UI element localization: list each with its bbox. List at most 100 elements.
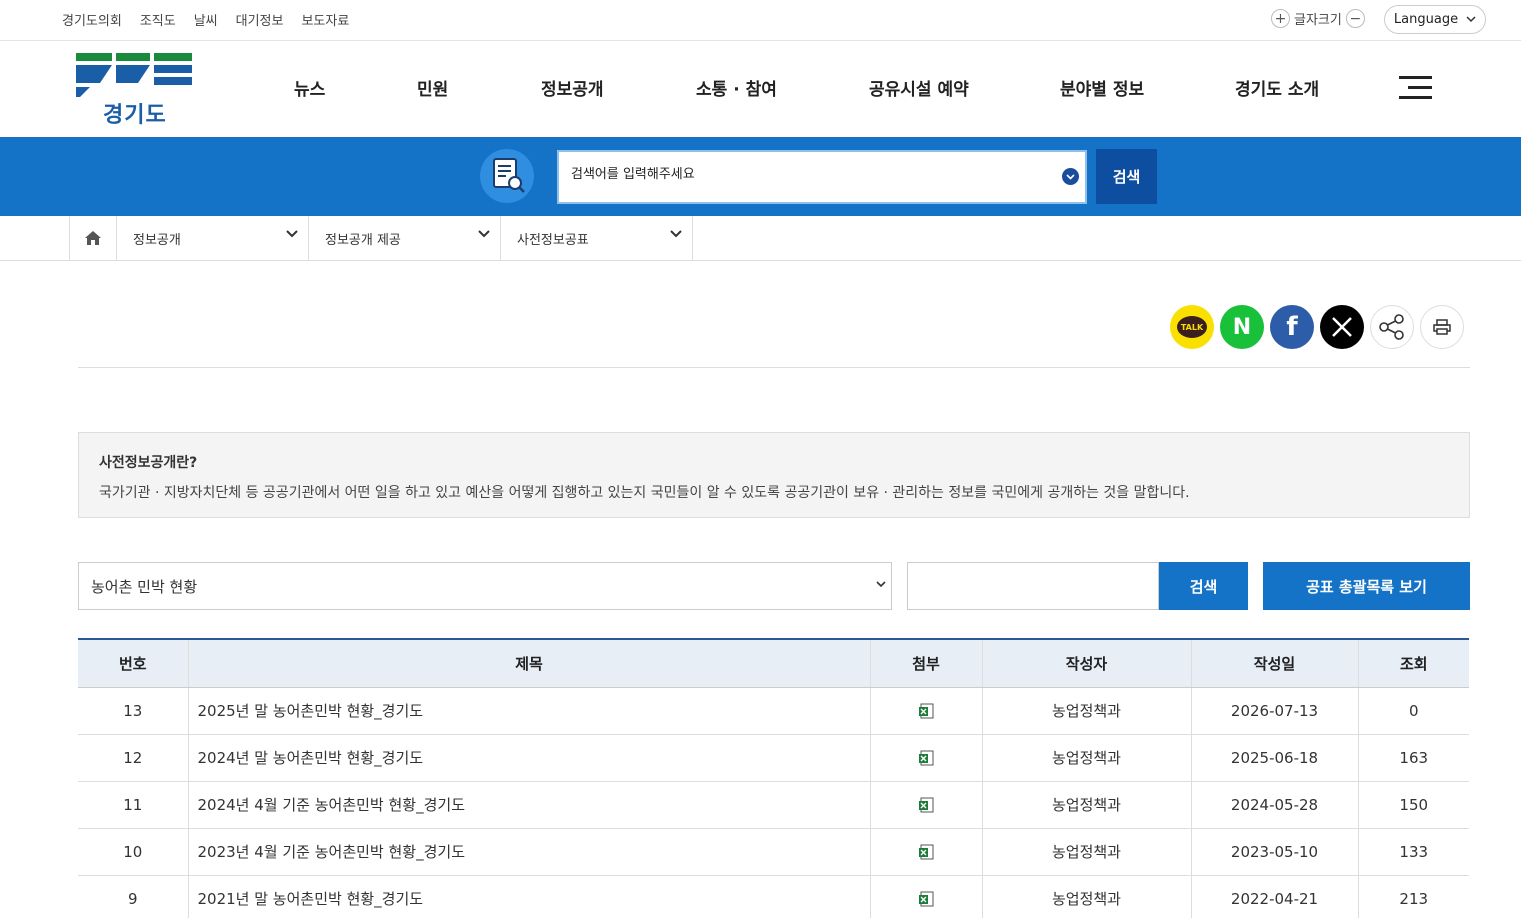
breadcrumb-dropdown-3[interactable]: 사전정보공표 bbox=[501, 216, 693, 260]
column-header-date: 작성일 bbox=[1190, 638, 1358, 688]
row-date: 2026-07-13 bbox=[1190, 687, 1358, 735]
chevron-down-icon bbox=[478, 230, 490, 238]
home-icon[interactable] bbox=[69, 216, 117, 260]
row-author: 농업정책과 bbox=[981, 687, 1191, 735]
x-share-button[interactable] bbox=[1320, 305, 1364, 349]
category-select-value: 농어촌 민박 현황 bbox=[91, 577, 198, 596]
nav-field-information[interactable]: 분야별 정보 bbox=[1060, 75, 1144, 100]
column-header-author: 작성자 bbox=[981, 638, 1191, 688]
excel-file-icon[interactable] bbox=[918, 750, 934, 766]
row-views: 213 bbox=[1357, 875, 1469, 918]
chevron-down-icon bbox=[1466, 16, 1476, 23]
chevron-down-icon bbox=[286, 230, 298, 238]
excel-file-icon[interactable] bbox=[918, 844, 934, 860]
naver-icon: N bbox=[1232, 314, 1252, 340]
content-divider bbox=[78, 367, 1470, 368]
font-size-label: 글자크기 bbox=[1294, 13, 1342, 28]
row-title-link[interactable]: 2024년 말 농어촌민박 현황_경기도 bbox=[187, 734, 870, 782]
util-link-org-chart[interactable]: 조직도 bbox=[140, 10, 176, 29]
row-attachment bbox=[869, 687, 982, 735]
search-input[interactable] bbox=[571, 167, 1051, 182]
row-date: 2023-05-10 bbox=[1190, 828, 1358, 876]
site-header: 경기도 뉴스 민원 정보공개 소통 · 참여 공유시설 예약 분야별 정보 경기… bbox=[0, 41, 1521, 137]
nav-facility-reservation[interactable]: 공유시설 예약 bbox=[869, 75, 969, 100]
breadcrumb-dropdown-2[interactable]: 정보공개 제공 bbox=[309, 216, 501, 260]
row-views: 163 bbox=[1357, 734, 1469, 782]
row-date: 2022-04-21 bbox=[1190, 875, 1358, 918]
row-author: 농업정책과 bbox=[981, 781, 1191, 829]
search-box bbox=[557, 150, 1087, 204]
nav-information-disclosure[interactable]: 정보공개 bbox=[541, 75, 604, 100]
row-author: 농업정책과 bbox=[981, 828, 1191, 876]
row-title-link[interactable]: 2021년 말 농어촌민박 현황_경기도 bbox=[187, 875, 870, 918]
column-header-title: 제목 bbox=[187, 638, 870, 688]
font-increase-button[interactable]: + bbox=[1271, 9, 1290, 28]
menu-icon[interactable] bbox=[1399, 76, 1432, 100]
naver-share-button[interactable]: N bbox=[1220, 305, 1264, 349]
kakaotalk-icon: TALK bbox=[1177, 316, 1207, 338]
print-button[interactable] bbox=[1420, 305, 1464, 349]
facebook-share-button[interactable]: f bbox=[1270, 305, 1314, 349]
row-attachment bbox=[869, 828, 982, 876]
util-link-air-quality[interactable]: 대기정보 bbox=[236, 10, 284, 29]
table-row: 12 2024년 말 농어촌민박 현황_경기도 농업정책과 2025-06-18… bbox=[78, 734, 1469, 782]
util-link-council[interactable]: 경기도의회 bbox=[62, 10, 122, 29]
chevron-down-icon bbox=[876, 581, 886, 588]
share-link-button[interactable] bbox=[1370, 305, 1414, 349]
logo-mark-icon bbox=[76, 53, 192, 97]
logo-text: 경기도 bbox=[103, 103, 167, 128]
breadcrumb-label-2: 정보공개 제공 bbox=[325, 232, 401, 248]
row-title-link[interactable]: 2023년 4월 기준 농어촌민박 현황_경기도 bbox=[187, 828, 870, 876]
chevron-down-icon bbox=[670, 230, 682, 238]
facebook-icon: f bbox=[1286, 312, 1298, 342]
document-search-icon bbox=[480, 149, 534, 203]
row-title-link[interactable]: 2024년 4월 기준 농어촌민박 현황_경기도 bbox=[187, 781, 870, 829]
nav-about-gyeonggi[interactable]: 경기도 소개 bbox=[1235, 75, 1319, 100]
row-number: 13 bbox=[78, 687, 188, 735]
excel-file-icon[interactable] bbox=[918, 891, 934, 907]
row-title-link[interactable]: 2025년 말 농어촌민박 현황_경기도 bbox=[187, 687, 870, 735]
row-number: 12 bbox=[78, 734, 188, 782]
nav-news[interactable]: 뉴스 bbox=[294, 75, 325, 100]
row-author: 농업정책과 bbox=[981, 875, 1191, 918]
row-number: 11 bbox=[78, 781, 188, 829]
utility-links: 경기도의회 조직도 날씨 대기정보 보도자료 bbox=[62, 10, 349, 29]
info-title: 사전정보공개란? bbox=[99, 455, 198, 471]
font-size-control: + 글자크기 − bbox=[1271, 9, 1365, 28]
row-views: 150 bbox=[1357, 781, 1469, 829]
table-header-row: 번호 제목 첨부 작성자 작성일 조회 bbox=[78, 638, 1469, 688]
language-label: Language bbox=[1393, 12, 1459, 27]
table-row: 10 2023년 4월 기준 농어촌민박 현황_경기도 농업정책과 2023-0… bbox=[78, 828, 1469, 876]
search-dropdown-icon[interactable] bbox=[1062, 168, 1079, 185]
excel-file-icon[interactable] bbox=[918, 797, 934, 813]
category-select[interactable]: 농어촌 민박 현황 bbox=[78, 562, 892, 610]
search-button[interactable]: 검색 bbox=[1096, 149, 1157, 204]
share-icon bbox=[1379, 314, 1404, 340]
util-link-press[interactable]: 보도자료 bbox=[301, 10, 349, 29]
kakaotalk-share-button[interactable]: TALK bbox=[1170, 305, 1214, 349]
breadcrumb-dropdown-1[interactable]: 정보공개 bbox=[117, 216, 309, 260]
table-row: 11 2024년 4월 기준 농어촌민박 현황_경기도 농업정책과 2024-0… bbox=[78, 781, 1469, 829]
column-header-number: 번호 bbox=[78, 638, 188, 688]
column-header-views: 조회 bbox=[1357, 638, 1469, 688]
table-row: 9 2021년 말 농어촌민박 현황_경기도 농업정책과 2022-04-21 … bbox=[78, 875, 1469, 918]
info-box: 사전정보공개란? 국가기관 · 지방자치단체 등 공공기관에서 어떤 일을 하고… bbox=[78, 432, 1470, 518]
util-link-weather[interactable]: 날씨 bbox=[194, 10, 218, 29]
row-views: 0 bbox=[1357, 687, 1469, 735]
row-author: 농업정책과 bbox=[981, 734, 1191, 782]
x-logo-icon bbox=[1332, 317, 1352, 337]
row-number: 10 bbox=[78, 828, 188, 876]
row-views: 133 bbox=[1357, 828, 1469, 876]
info-description: 국가기관 · 지방자치단체 등 공공기관에서 어떤 일을 하고 있고 예산을 어… bbox=[99, 485, 1190, 501]
excel-file-icon[interactable] bbox=[918, 703, 934, 719]
filter-search-button[interactable]: 검색 bbox=[1159, 562, 1248, 610]
breadcrumb-label-1: 정보공개 bbox=[133, 232, 181, 248]
nav-communication[interactable]: 소통 · 참여 bbox=[696, 75, 777, 100]
language-button[interactable]: Language bbox=[1384, 5, 1486, 34]
nav-civil-complaints[interactable]: 민원 bbox=[417, 75, 448, 100]
keyword-input[interactable] bbox=[907, 562, 1159, 610]
view-full-list-button[interactable]: 공표 총괄목록 보기 bbox=[1263, 562, 1470, 610]
font-decrease-button[interactable]: − bbox=[1345, 9, 1365, 28]
utility-bar: 경기도의회 조직도 날씨 대기정보 보도자료 + 글자크기 − Language bbox=[0, 0, 1521, 41]
search-band: 검색 bbox=[0, 137, 1521, 216]
